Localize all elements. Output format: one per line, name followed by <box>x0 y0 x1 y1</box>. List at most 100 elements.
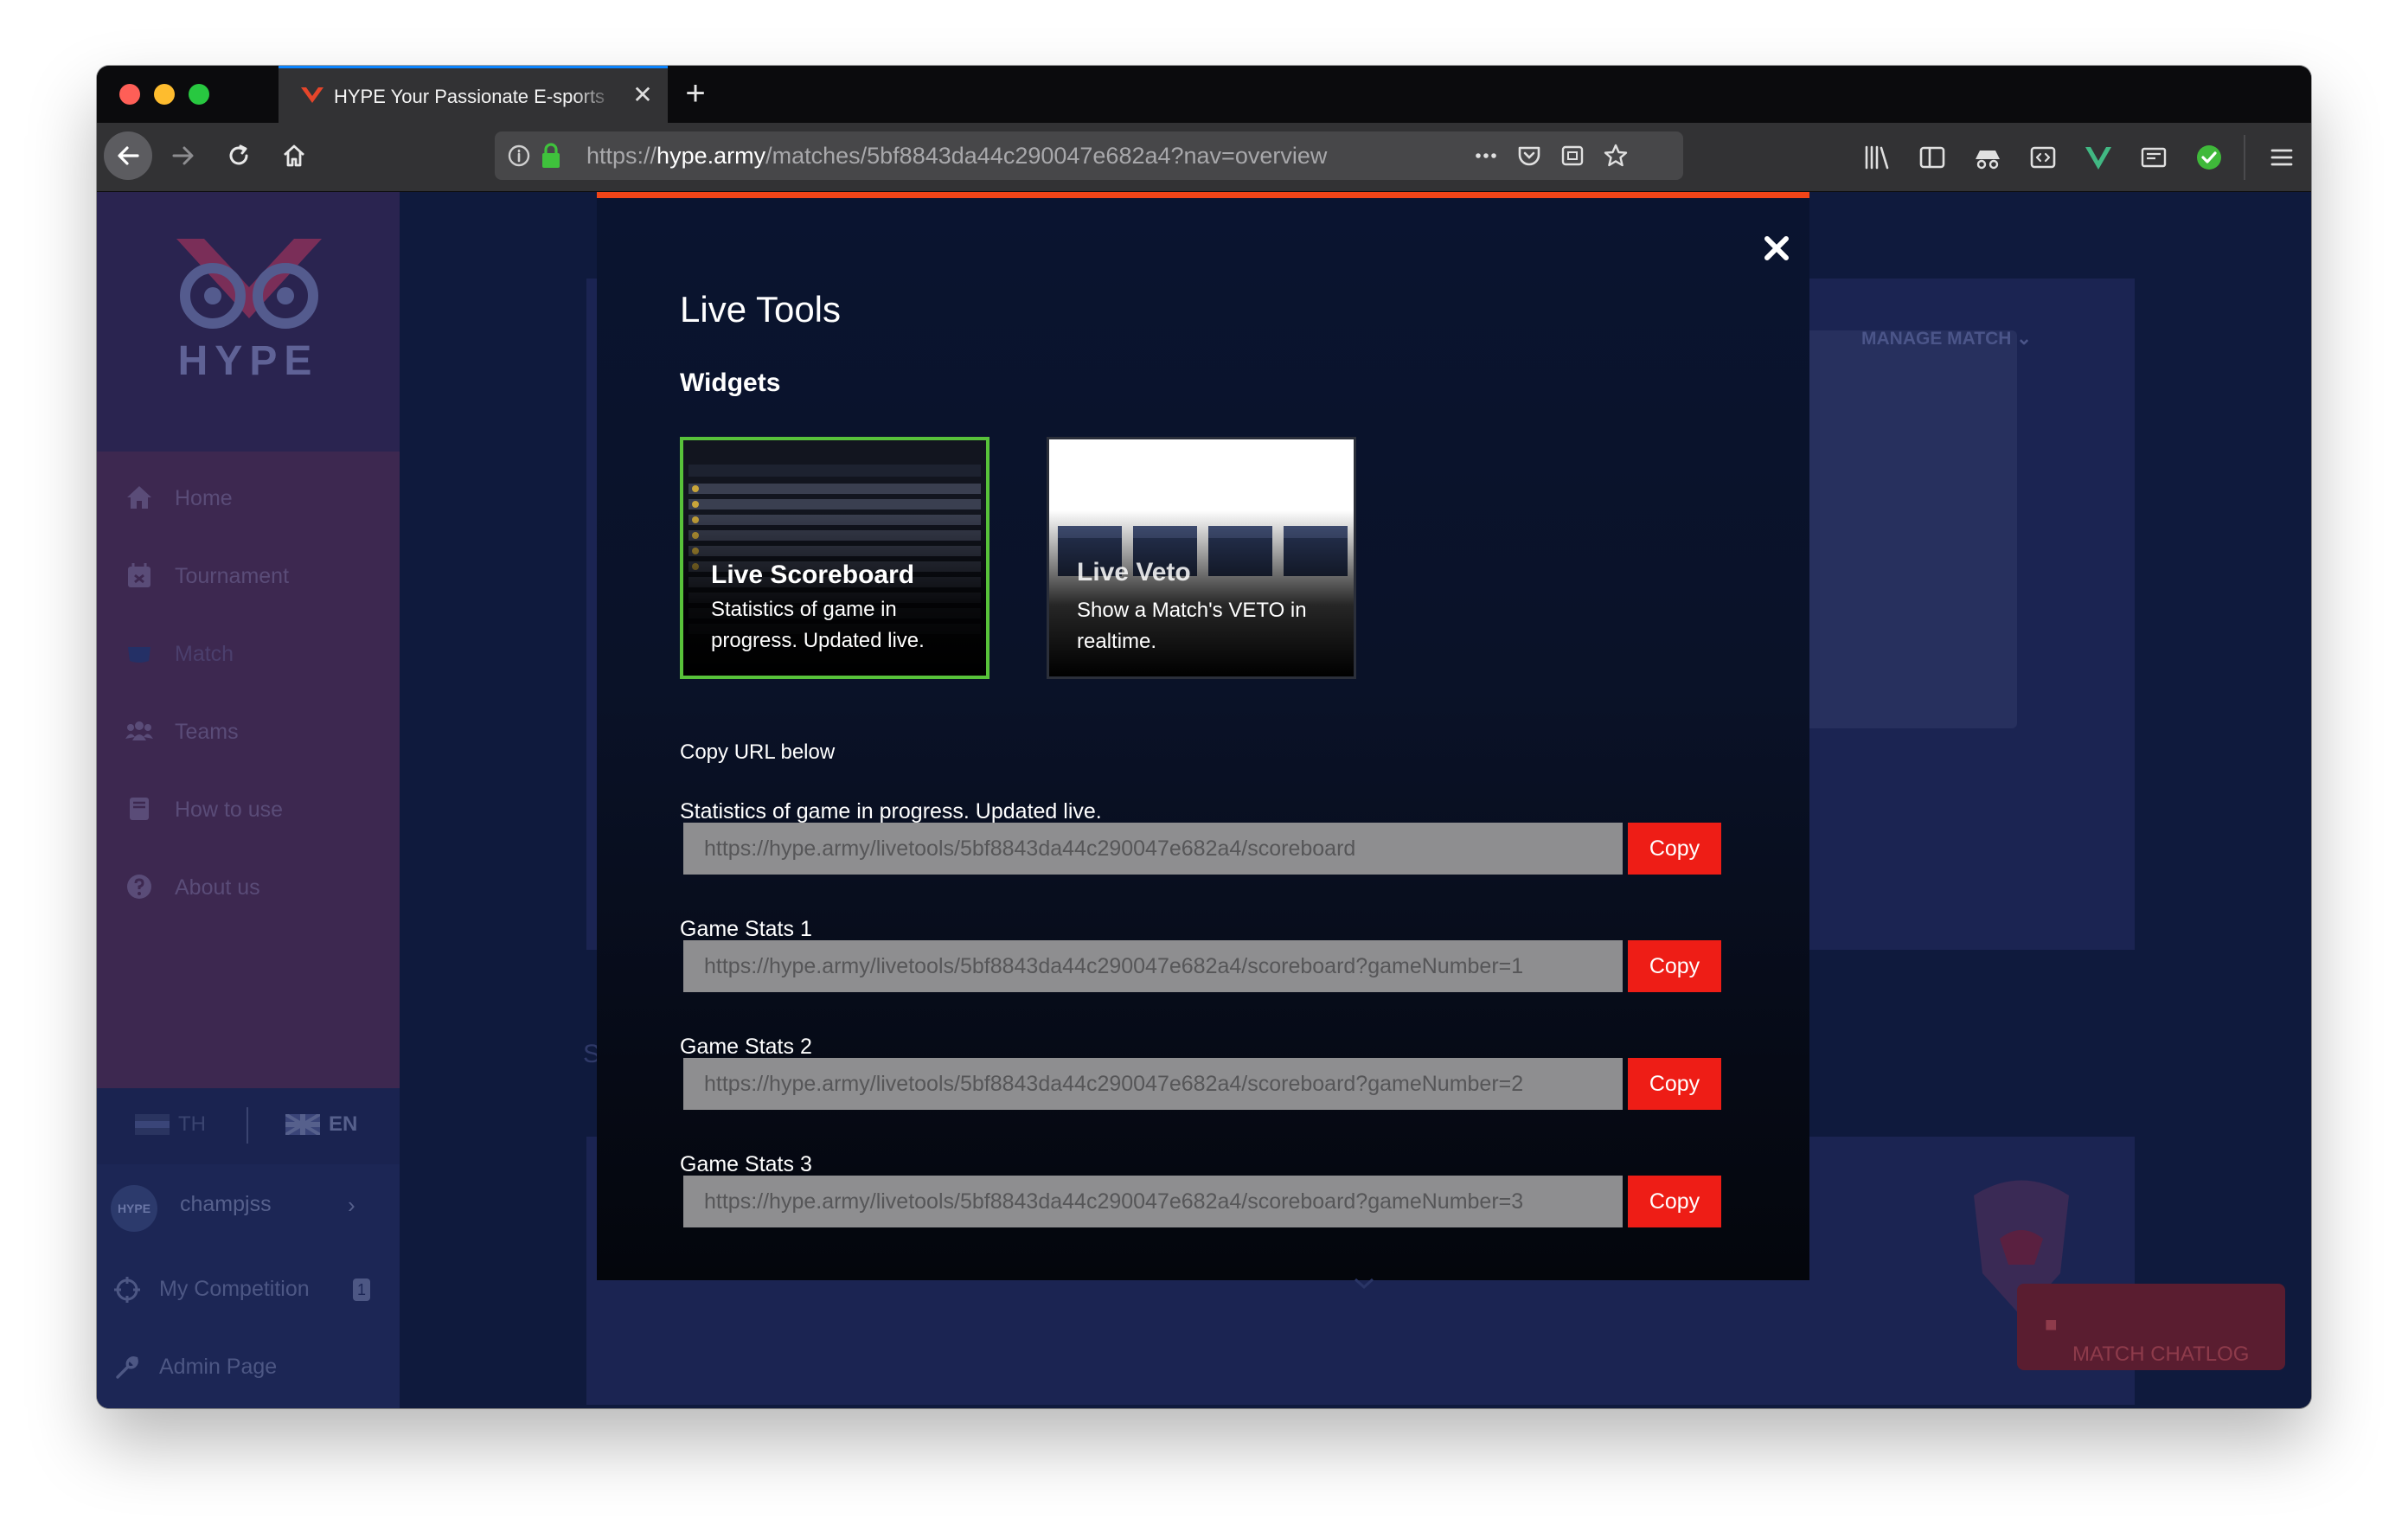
lock-icon <box>542 143 560 168</box>
home-icon <box>127 486 151 509</box>
widget-live-veto[interactable]: Live Veto Show a Match's VETO in realtim… <box>1047 437 1356 679</box>
url-path: /matches/5bf8843da44c290047e682a4?nav=ov… <box>765 143 1328 169</box>
crosshair-icon <box>114 1277 140 1303</box>
url-field[interactable] <box>683 1176 1623 1227</box>
sidebar-item-label: Teams <box>175 720 239 744</box>
browser-toolbar: https://hype.army/matches/5bf8843da44c29… <box>97 123 2311 192</box>
chevron-right-icon: › <box>348 1192 355 1218</box>
hamburger-menu-icon[interactable] <box>2266 142 2297 173</box>
sidebar-item-match[interactable]: Match <box>97 628 400 680</box>
url-label: Statistics of game in progress. Updated … <box>680 799 1102 823</box>
home-button[interactable] <box>270 131 318 180</box>
extension-reader-icon[interactable] <box>2138 142 2169 173</box>
toolbar-divider <box>2244 135 2245 180</box>
browser-window: HYPE Your Passionate E-sports ✕ + https:… <box>97 66 2311 1408</box>
sidebar: HYPE Home Tournament Match Teams How to … <box>97 192 400 1408</box>
new-tab-button[interactable]: + <box>676 76 714 114</box>
arrow-right-icon <box>172 146 194 165</box>
sidebar-logo: HYPE <box>97 192 400 452</box>
avatar: HYPE <box>111 1185 157 1232</box>
url-scheme: https:// <box>586 143 657 169</box>
tab-title: HYPE Your Passionate E-sports <box>334 86 605 107</box>
copy-button[interactable]: Copy <box>1628 940 1721 992</box>
lang-th[interactable]: TH <box>178 1112 206 1137</box>
reload-icon <box>229 144 248 165</box>
hype-logo-icon <box>176 239 322 329</box>
hype-favicon-icon <box>301 87 323 103</box>
calendar-icon <box>128 563 150 587</box>
url-field[interactable] <box>683 1058 1623 1110</box>
question-icon <box>127 875 151 899</box>
more-actions-icon[interactable] <box>1472 142 1500 170</box>
arrow-left-icon <box>118 146 139 165</box>
widget-name: Live Scoreboard <box>711 561 915 589</box>
back-button[interactable] <box>104 131 152 180</box>
pocket-icon[interactable] <box>1515 142 1543 170</box>
admin-page-label: Admin Page <box>159 1355 278 1379</box>
screenshot-icon[interactable] <box>1559 142 1586 170</box>
sidebar-item-label: Match <box>175 642 234 666</box>
manage-match-button[interactable]: MANAGE MATCH ⌄ <box>1861 322 2069 356</box>
url-label: Game Stats 3 <box>680 1152 812 1176</box>
lang-en[interactable]: EN <box>329 1112 357 1137</box>
copy-button[interactable]: Copy <box>1628 1176 1721 1227</box>
match-chatlog-button[interactable]: ■ MATCH CHATLOG <box>2017 1284 2285 1370</box>
maximize-window-button[interactable] <box>189 84 209 105</box>
bookmark-star-icon[interactable] <box>1602 142 1630 170</box>
info-icon[interactable] <box>507 144 531 168</box>
extension-incognito-icon[interactable] <box>1972 142 2003 173</box>
reload-button[interactable] <box>215 131 263 180</box>
uk-flag-icon <box>285 1114 320 1135</box>
chatlog-text: MATCH CHATLOG <box>2072 1343 2250 1366</box>
sidebar-item-home[interactable]: Home <box>97 472 400 524</box>
url-field[interactable] <box>683 823 1623 875</box>
scroll-chevron-icon <box>1354 1278 1374 1290</box>
forward-button[interactable] <box>159 131 208 180</box>
sidebar-item-about-us[interactable]: About us <box>97 862 400 913</box>
admin-page-link[interactable]: Admin Page <box>97 1341 400 1393</box>
address-bar[interactable]: https://hype.army/matches/5bf8843da44c29… <box>495 131 1683 180</box>
my-competition-link[interactable]: My Competition 1 <box>97 1263 400 1315</box>
modal-title: Live Tools <box>680 289 842 330</box>
widgets-heading: Widgets <box>680 368 781 397</box>
url-label: Game Stats 2 <box>680 1035 812 1059</box>
widget-live-scoreboard[interactable]: Live Scoreboard Statistics of game in pr… <box>680 437 989 679</box>
extension-screen-icon[interactable] <box>2027 142 2059 173</box>
sidebar-item-label: Tournament <box>175 564 290 588</box>
sidebar-item-label: Home <box>175 486 233 510</box>
book-icon <box>130 798 149 820</box>
sidebar-item-label: How to use <box>175 798 284 822</box>
manage-match-label: MANAGE MATCH <box>1861 329 2012 349</box>
vue-devtools-icon[interactable] <box>2083 142 2114 173</box>
user-profile-row[interactable]: HYPE champjss › <box>97 1164 400 1251</box>
copy-url-hint: Copy URL below <box>680 740 836 764</box>
widget-name: Live Veto <box>1077 558 1191 586</box>
sidebar-item-teams[interactable]: Teams <box>97 706 400 758</box>
url-text[interactable]: https://hype.army/matches/5bf8843da44c29… <box>586 142 1327 170</box>
lang-separator <box>247 1107 248 1144</box>
live-tools-modal: Live Tools Widgets Live Scoreboard Stati… <box>597 192 1809 1280</box>
browser-tab[interactable]: HYPE Your Passionate E-sports ✕ <box>279 66 668 123</box>
users-icon <box>125 721 153 740</box>
widget-description: Statistics of game in progress. Updated … <box>711 598 925 652</box>
sidebar-item-how-to-use[interactable]: How to use <box>97 784 400 836</box>
extension-check-icon[interactable] <box>2193 142 2225 173</box>
my-competition-label: My Competition <box>159 1277 310 1301</box>
sidebar-item-tournament[interactable]: Tournament <box>97 550 400 602</box>
copy-button[interactable]: Copy <box>1628 1058 1721 1110</box>
minimize-window-button[interactable] <box>154 84 175 105</box>
wrench-icon <box>116 1356 138 1379</box>
notification-badge: 1 <box>353 1278 370 1301</box>
url-domain: hype.army <box>656 143 766 169</box>
url-field[interactable] <box>683 940 1623 992</box>
sidebar-toggle-icon[interactable] <box>1917 142 1948 173</box>
copy-button[interactable]: Copy <box>1628 823 1721 875</box>
close-tab-icon[interactable]: ✕ <box>628 80 657 110</box>
library-icon[interactable] <box>1861 142 1892 173</box>
logo-text: HYPE <box>177 338 319 384</box>
user-name: champjss <box>180 1192 272 1216</box>
thai-flag-icon <box>135 1114 170 1135</box>
close-window-button[interactable] <box>119 84 140 105</box>
close-icon[interactable] <box>1761 233 1792 264</box>
url-label: Game Stats 1 <box>680 917 812 941</box>
